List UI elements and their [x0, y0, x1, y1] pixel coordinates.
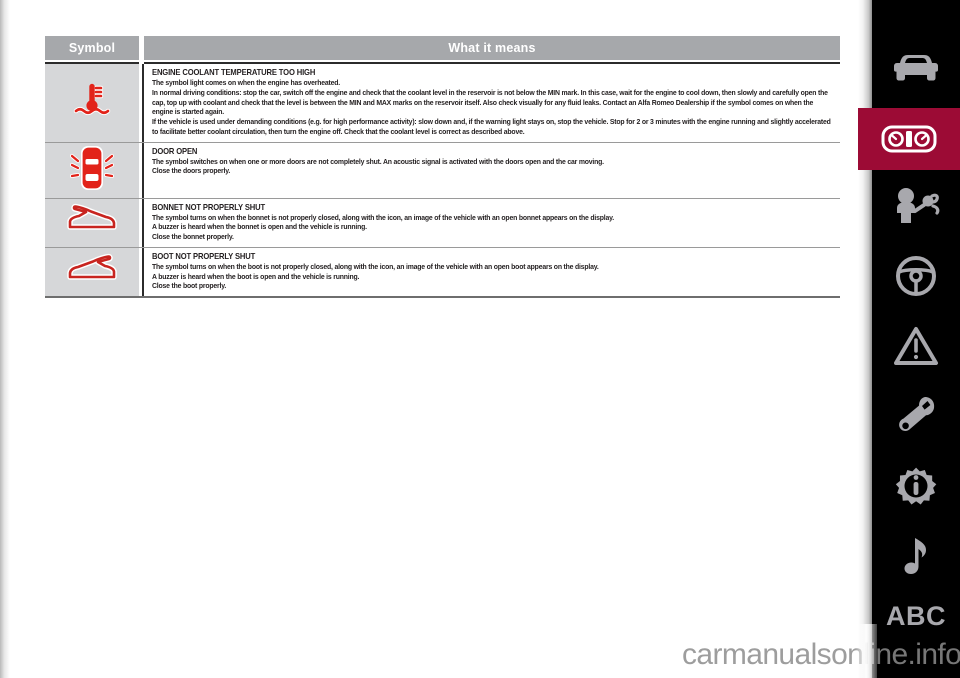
entry-paragraph: The symbol turns on when the boot is not… — [152, 261, 599, 271]
entry-paragraph: Close the bonnet properly. — [152, 232, 234, 242]
column-header-symbol: Symbol — [45, 36, 139, 60]
sidebar-item-instrument-cluster[interactable] — [858, 108, 960, 170]
entry-title: DOOR OPEN — [152, 146, 198, 156]
entry-paragraph: A buzzer is heard when the bonnet is ope… — [152, 222, 367, 232]
entry-paragraph: The symbol turns on when the bonnet is n… — [152, 212, 614, 222]
sidebar-page-edge — [858, 0, 872, 678]
airbag-safety-icon — [891, 185, 941, 227]
door-open-icon — [70, 143, 114, 198]
entry-paragraph: Close the boot properly. — [152, 281, 227, 291]
engine-coolant-temperature-icon — [70, 78, 114, 127]
column-header-meaning: What it means — [144, 36, 840, 60]
sidebar-item-audio[interactable] — [872, 528, 960, 584]
symbol-cell — [45, 247, 139, 297]
entry-paragraph: If the vehicle is used under demanding c… — [152, 117, 831, 136]
entry-title: ENGINE COOLANT TEMPERATURE TOO HIGH — [152, 68, 316, 77]
symbol-cell — [45, 198, 139, 247]
gear-info-icon — [894, 464, 938, 508]
music-note-icon — [899, 535, 933, 577]
sidebar-item-airbag-safety[interactable] — [872, 178, 960, 234]
boot-not-shut-icon — [66, 253, 118, 292]
manual-page: Symbol What it means ENGINE COOLANT TEMP… — [0, 0, 858, 678]
meaning-cell: DOOR OPEN The symbol switches on when on… — [142, 142, 840, 198]
entry-paragraph: Close the doors properly. — [152, 166, 231, 176]
meaning-cell: BOOT NOT PROPERLY SHUT The symbol turns … — [142, 247, 840, 297]
entry-paragraph: In normal driving conditions: stop the c… — [152, 87, 828, 117]
warning-triangle-icon — [893, 325, 939, 367]
instrument-cluster-icon — [880, 122, 938, 156]
sidebar-item-alphabetical-index[interactable]: ABC — [872, 588, 960, 644]
table-row: BONNET NOT PROPERLY SHUT The symbol turn… — [45, 198, 840, 248]
entry-title: BONNET NOT PROPERLY SHUT — [152, 202, 266, 212]
table-row: DOOR OPEN The symbol switches on when on… — [45, 142, 840, 199]
symbol-cell — [45, 64, 139, 142]
table-header-row: Symbol What it means — [45, 36, 840, 60]
entry-paragraph: The symbol light comes on when the engin… — [152, 78, 341, 87]
meaning-cell: ENGINE COOLANT TEMPERATURE TOO HIGH The … — [142, 64, 840, 142]
sidebar-item-car-front[interactable] — [872, 40, 960, 96]
sidebar-item-settings-info[interactable] — [872, 458, 960, 514]
sidebar-item-steering-wheel[interactable] — [872, 248, 960, 304]
steering-wheel-icon — [894, 254, 938, 298]
sidebar-item-service[interactable] — [872, 388, 960, 444]
warning-symbols-table: Symbol What it means ENGINE COOLANT TEMP… — [45, 36, 840, 299]
table-row: BOOT NOT PROPERLY SHUT The symbol turns … — [45, 247, 840, 299]
bonnet-not-shut-icon — [66, 203, 118, 242]
table-row: ENGINE COOLANT TEMPERATURE TOO HIGH The … — [45, 64, 840, 143]
meaning-cell: BONNET NOT PROPERLY SHUT The symbol turn… — [142, 198, 840, 247]
sidebar-item-warning[interactable] — [872, 318, 960, 374]
wrench-icon — [895, 394, 937, 438]
symbol-cell — [45, 142, 139, 198]
alphabet-index-label: ABC — [886, 600, 946, 631]
entry-title: BOOT NOT PROPERLY SHUT — [152, 251, 256, 261]
entry-paragraph: The symbol switches on when one or more … — [152, 156, 604, 166]
car-front-icon — [890, 51, 942, 85]
page-spine-shadow — [0, 0, 10, 678]
entry-paragraph: A buzzer is heard when the boot is open … — [152, 271, 360, 281]
